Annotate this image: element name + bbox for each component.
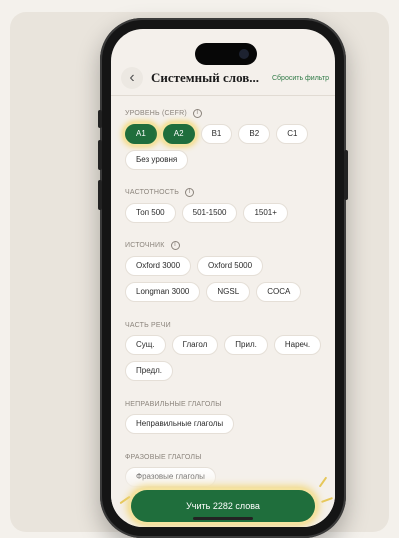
filter-chip[interactable]: A2 bbox=[162, 124, 195, 144]
header: ‹ Системный слов... Сбросить фильтр bbox=[121, 65, 335, 91]
section-label: ИСТОЧНИК i bbox=[125, 241, 325, 250]
filter-chip[interactable]: Сущ. bbox=[125, 335, 166, 355]
filter-sections: УРОВЕНЬ (CEFR) i A1 A2 B1 B2 C1 Без уровня ЧАСТО… bbox=[125, 109, 325, 487]
filter-chip[interactable]: Предл. bbox=[125, 361, 174, 381]
info-icon[interactable]: i bbox=[192, 109, 202, 118]
section-label-text: ЧАСТОТНОСТЬ bbox=[125, 189, 180, 196]
back-button[interactable]: ‹ bbox=[121, 67, 143, 89]
filter-chip[interactable]: Oxford 3000 bbox=[125, 256, 192, 276]
filter-chip[interactable]: B2 bbox=[238, 124, 271, 144]
section-label: ФРАЗОВЫЕ ГЛАГОЛЫ bbox=[125, 454, 325, 461]
header-divider bbox=[111, 95, 335, 96]
filter-chip[interactable]: Нареч. bbox=[273, 335, 322, 355]
dynamic-island bbox=[195, 43, 257, 65]
info-icon[interactable]: i bbox=[170, 241, 180, 250]
section-label: УРОВЕНЬ (CEFR) i bbox=[125, 109, 325, 118]
section-label: ЧАСТЬ РЕЧИ bbox=[125, 322, 325, 329]
filter-chip[interactable]: 501-1500 bbox=[181, 203, 238, 223]
section-label: НЕПРАВИЛЬНЫЕ ГЛАГОЛЫ bbox=[125, 401, 325, 408]
filter-chip[interactable]: COCA bbox=[256, 282, 302, 302]
chip-group: Неправильные глаголы bbox=[125, 414, 325, 434]
filter-section: ИСТОЧНИК i Oxford 3000 Oxford 5000 Longman 3… bbox=[125, 241, 325, 302]
filter-chip[interactable]: Неправильные глаголы bbox=[125, 414, 235, 434]
filter-chip[interactable]: Без уровня bbox=[125, 150, 189, 170]
filter-chip[interactable]: Longman 3000 bbox=[125, 282, 201, 302]
filter-chip[interactable]: A1 bbox=[125, 124, 157, 144]
filter-chip[interactable]: 1501+ bbox=[243, 203, 288, 223]
filter-chip[interactable]: C1 bbox=[276, 124, 309, 144]
page-title: Системный слов... bbox=[151, 70, 260, 85]
filter-chip[interactable]: Oxford 5000 bbox=[197, 256, 264, 276]
chip-group: A1 A2 B1 B2 C1 Без уровня bbox=[125, 124, 325, 170]
phone-screen: ‹ Системный слов... Сбросить фильтр УРОВ… bbox=[111, 29, 335, 527]
chip-group: Топ 500 501-1500 1501+ bbox=[125, 203, 325, 223]
filter-section: УРОВЕНЬ (CEFR) i A1 A2 B1 B2 C1 Без уровня bbox=[125, 109, 325, 170]
info-icon[interactable]: i bbox=[185, 188, 195, 197]
filter-chip[interactable]: Глагол bbox=[171, 335, 219, 355]
phone-volume-down-button bbox=[98, 180, 102, 210]
phone-volume-up-button bbox=[98, 140, 102, 170]
chevron-left-icon: ‹ bbox=[129, 69, 135, 86]
filter-section: ЧАСТОТНОСТЬ i Топ 500 501-1500 1501+ bbox=[125, 188, 325, 223]
filter-chip[interactable]: B1 bbox=[200, 124, 233, 144]
filter-chip[interactable]: NGSL bbox=[206, 282, 251, 302]
home-indicator bbox=[193, 517, 253, 520]
chip-group: Oxford 3000 Oxford 5000 Longman 3000 NGSL CO… bbox=[125, 256, 325, 302]
section-label: ЧАСТОТНОСТЬ i bbox=[125, 188, 325, 197]
filter-section: НЕПРАВИЛЬНЫЕ ГЛАГОЛЫ Неправильные глаголы bbox=[125, 401, 325, 434]
phone-side-button bbox=[98, 110, 102, 128]
section-label-text: НЕПРАВИЛЬНЫЕ ГЛАГОЛЫ bbox=[125, 401, 222, 408]
filter-section: ЧАСТЬ РЕЧИ Сущ. Глагол Прил. Нареч. Предл. bbox=[125, 322, 325, 381]
camera-icon bbox=[239, 49, 249, 59]
section-label-text: ФРАЗОВЫЕ ГЛАГОЛЫ bbox=[125, 454, 202, 461]
filter-chip[interactable]: Прил. bbox=[224, 335, 268, 355]
section-label-text: УРОВЕНЬ (CEFR) bbox=[125, 110, 187, 117]
reset-filter-button[interactable]: Сбросить фильтр bbox=[272, 75, 329, 82]
section-label-text: ИСТОЧНИК bbox=[125, 242, 165, 249]
phone-power-button bbox=[344, 150, 348, 200]
chip-group: Сущ. Глагол Прил. Нареч. Предл. bbox=[125, 335, 325, 381]
filter-chip[interactable]: Топ 500 bbox=[125, 203, 176, 223]
section-label-text: ЧАСТЬ РЕЧИ bbox=[125, 322, 171, 329]
